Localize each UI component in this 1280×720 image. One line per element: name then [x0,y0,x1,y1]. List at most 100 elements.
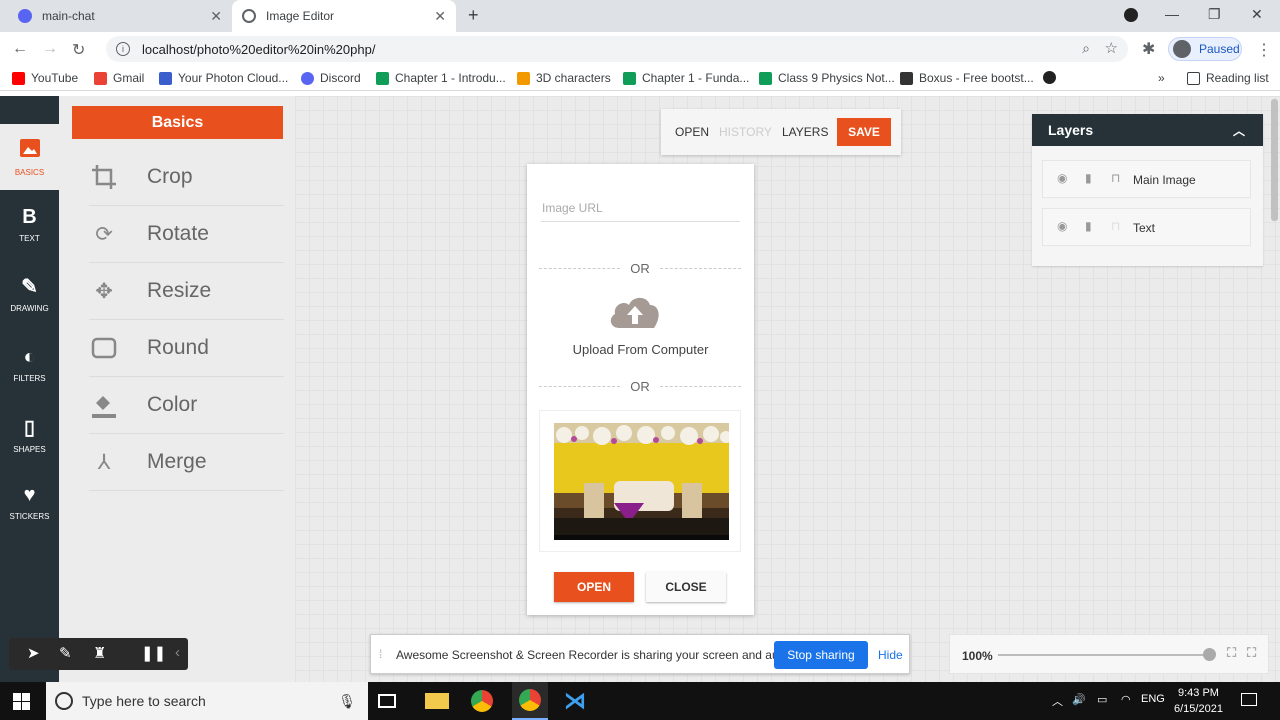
windows-start-icon[interactable] [13,693,30,710]
bookmark-discord[interactable]: Discord [301,71,361,85]
window-close-icon[interactable]: ✕ [1251,6,1263,23]
tab-image-editor[interactable]: Image Editor ✕ [232,0,456,32]
task-view-icon[interactable] [378,694,396,708]
bookmark-photon[interactable]: Your Photon Cloud... [159,71,288,85]
url-text: localhost/photo%20editor%20in%20php/ [142,41,376,57]
layers-menu[interactable]: LAYERS [782,125,828,139]
bookmark-boxus[interactable]: Boxus - Free bootst... [900,71,1034,85]
open-button[interactable]: OPEN [554,572,634,602]
cloud-upload-icon[interactable] [607,292,663,330]
bookmark-youtube[interactable]: YouTube [12,71,78,85]
file-explorer-icon[interactable] [425,693,449,709]
eraser-icon[interactable]: ♜ [93,644,106,662]
battery-icon[interactable]: ▭ [1097,693,1107,706]
language-indicator[interactable]: ENG [1141,693,1165,705]
info-icon[interactable]: i [116,42,130,56]
profile-button[interactable]: Paused [1168,37,1242,61]
forward-icon[interactable]: → [42,40,58,58]
microphone-icon[interactable]: 🎙 [338,693,356,710]
tool-round[interactable]: Round [89,320,284,377]
nav-text[interactable]: B TEXT [0,190,59,256]
eye-icon[interactable]: ◉ [1057,171,1067,185]
more-bookmarks-icon[interactable]: » [1158,71,1165,85]
drag-handle-icon[interactable]: ⁞ [379,647,382,661]
stop-sharing-button[interactable]: Stop sharing [774,641,868,669]
trash-icon[interactable]: ▮ [1085,219,1092,233]
eye-icon[interactable]: ◉ [1057,219,1067,233]
tray-chevron-icon[interactable]: ︿ [1052,693,1063,709]
reading-list-icon [1187,71,1200,85]
address-bar[interactable]: i localhost/photo%20editor%20in%20php/ ⌕… [106,36,1128,62]
chrome-active-icon[interactable] [512,682,548,720]
discord-icon [18,9,32,23]
nav-label: STICKERS [9,511,50,521]
layers-title: Layers [1048,122,1094,138]
wifi-icon[interactable]: ◠ [1121,693,1131,706]
hide-button[interactable]: Hide [878,648,903,662]
trash-icon[interactable]: ▮ [1085,171,1092,185]
fullscreen-icon[interactable]: ⛶ [1247,645,1256,661]
nav-shapes[interactable]: ▯ SHAPES [0,401,59,467]
layer-item[interactable]: ◉ ▮ ⊓ Text [1042,208,1251,246]
nav-stickers[interactable]: ♥ STICKERS [0,468,59,534]
lock-icon[interactable]: ⊓ [1111,171,1120,185]
nav-drawing[interactable]: ✎ DRAWING [0,260,59,326]
chevron-up-icon[interactable]: ︿ [1233,122,1245,139]
save-button[interactable]: SAVE [837,118,891,146]
zoom-slider-handle[interactable] [1203,648,1216,661]
fit-screen-icon[interactable]: ⛶ [1227,645,1236,661]
zoom-icon[interactable]: ⌕ [1082,40,1090,57]
tool-resize[interactable]: ✥ Resize [89,263,284,320]
tab-main-chat[interactable]: main-chat ✕ [8,0,232,32]
collapse-icon[interactable]: ‹ [175,644,180,661]
nav-filters[interactable]: ◐ FILTERS [0,330,59,396]
nav-basics[interactable]: BASICS [0,124,59,190]
upload-from-computer-button[interactable]: Upload From Computer [527,342,754,357]
image-url-input[interactable]: Image URL [541,194,740,222]
sample-image-option[interactable] [539,410,741,552]
maximize-icon[interactable]: ❐ [1208,6,1221,23]
notifications-icon[interactable] [1241,693,1257,706]
lock-icon[interactable]: ⊓ [1111,219,1120,233]
zoom-slider-track[interactable] [998,654,1208,656]
bookmark-3d-characters[interactable]: 3D characters [517,71,611,85]
taskbar-search[interactable]: Type here to search 🎙 [46,682,368,720]
bookmark-label: Boxus - Free bootst... [919,71,1034,85]
bookmark-gmail[interactable]: Gmail [94,71,144,85]
pause-icon[interactable]: ❚❚ [141,644,166,662]
layer-item[interactable]: ◉ ▮ ⊓ Main Image [1042,160,1251,198]
tool-rotate[interactable]: ⟳ Rotate [89,206,284,263]
bookmark-star-icon[interactable]: ☆ [1105,39,1118,57]
bookmark-class9-physics[interactable]: Class 9 Physics Not... [759,71,895,85]
close-button[interactable]: CLOSE [646,572,726,602]
history-menu[interactable]: HISTORY [719,125,772,139]
back-icon[interactable]: ← [12,40,28,58]
open-menu[interactable]: OPEN [675,125,709,139]
close-tab-icon[interactable]: ✕ [434,8,446,25]
minimize-icon[interactable]: — [1165,6,1179,22]
new-tab-icon[interactable]: + [468,5,479,26]
tool-crop[interactable]: Crop [89,149,284,206]
close-tab-icon[interactable]: ✕ [210,8,222,25]
bookmark-chapter1-intro[interactable]: Chapter 1 - Introdu... [376,71,506,85]
cursor-icon[interactable]: ➤ [27,644,40,662]
tool-merge[interactable]: ⅄ Merge [89,434,284,491]
round-icon [89,337,119,359]
reading-list-button[interactable]: Reading list [1187,71,1269,85]
reload-icon[interactable]: ↻ [72,40,85,60]
chrome-icon[interactable] [471,690,493,712]
menu-icon[interactable]: ⋮ [1256,40,1272,60]
volume-icon[interactable]: 🔊 [1072,693,1086,706]
clock[interactable]: 9:43 PM 6/15/2021 [1174,685,1223,717]
pen-icon[interactable]: ✎ [59,644,72,662]
scrollbar[interactable] [1271,99,1278,221]
bookmark-globe[interactable] [1043,71,1062,84]
or-divider: OR [539,260,741,276]
extensions-icon[interactable]: ✱ [1142,39,1155,59]
layers-header[interactable]: Layers ︿ [1032,114,1263,146]
tab-search-icon[interactable] [1124,8,1138,22]
tool-color[interactable]: Color [89,377,284,434]
vscode-icon[interactable]: ⋊ [563,688,587,713]
bookmark-chapter1-funda[interactable]: Chapter 1 - Funda... [623,71,749,85]
wedding-stage-thumbnail[interactable] [554,423,729,540]
